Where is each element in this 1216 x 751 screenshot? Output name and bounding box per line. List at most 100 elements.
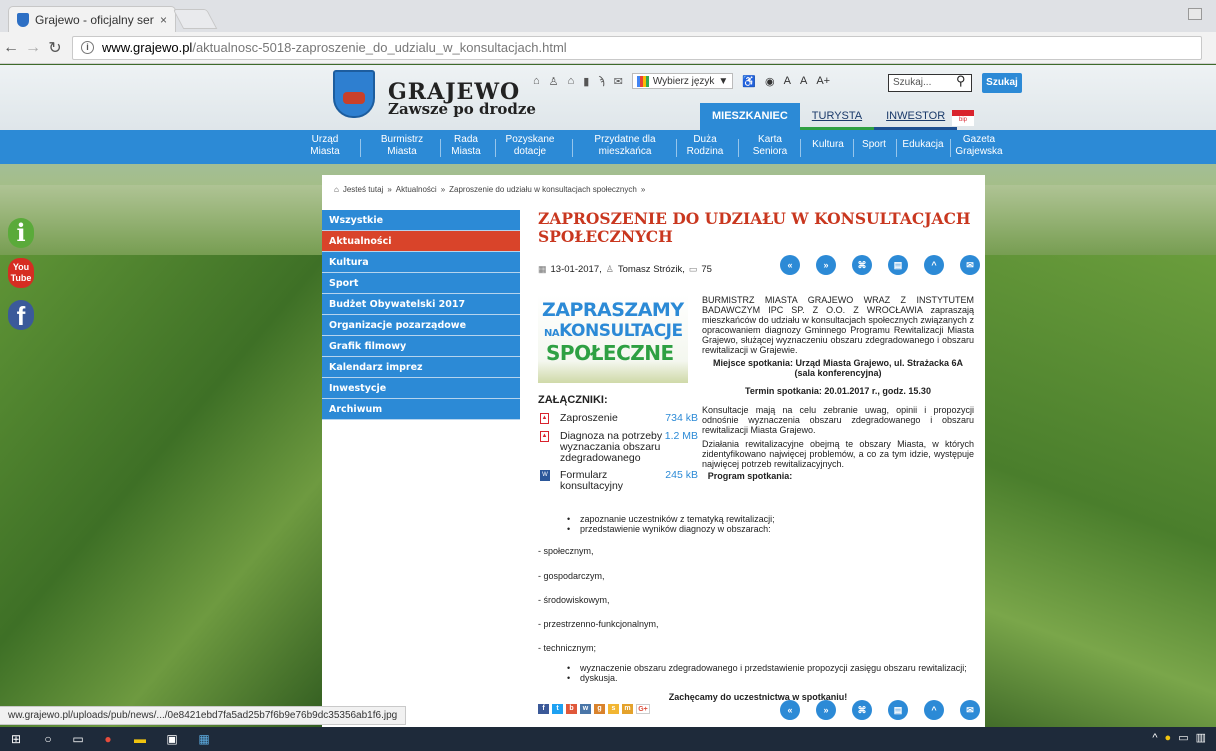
chrome-icon[interactable]: ●: [100, 731, 116, 747]
nav-burmistrz-miasta[interactable]: Burmistrz Miasta: [377, 134, 427, 158]
chevron-up-icon[interactable]: ^: [1152, 732, 1157, 744]
system-tray: ^ ● ▭ ▥: [1152, 731, 1206, 745]
meeting-time: Termin spotkania: 20.01.2017 r., godz. 1…: [745, 386, 931, 396]
mail-share-icon[interactable]: m: [622, 704, 633, 714]
google-plus-share-icon[interactable]: G+: [636, 704, 650, 714]
info-icon[interactable]: i: [8, 218, 34, 248]
menu-item-aktualnosci[interactable]: Aktualności: [322, 231, 520, 252]
font-size-medium[interactable]: A: [800, 75, 807, 87]
youtube-icon[interactable]: You Tube: [8, 258, 34, 288]
rss-icon[interactable]: ϡ: [598, 75, 604, 87]
store-icon[interactable]: ▣: [164, 731, 180, 747]
facebook-icon[interactable]: f: [8, 300, 34, 331]
font-size-large[interactable]: A+: [816, 75, 830, 87]
mail-icon[interactable]: ✉: [614, 75, 623, 88]
house-icon[interactable]: ⌂: [568, 75, 575, 87]
wykop-share-icon[interactable]: w: [580, 704, 591, 714]
tab-turysta[interactable]: TURYSTA: [799, 103, 875, 130]
nav-urzad-miasta[interactable]: Urząd Miasta: [305, 134, 345, 158]
new-tab-button[interactable]: [172, 9, 218, 29]
status-bar: ww.grajewo.pl/uploads/pub/news/.../0e842…: [0, 706, 407, 725]
windows-start-icon[interactable]: ⊞: [8, 731, 24, 747]
nav-gazeta-grajewska[interactable]: Gazeta Grajewska: [954, 134, 1004, 158]
pdf-file-icon: ▲: [540, 431, 549, 442]
network-icon[interactable]: ▭: [1178, 731, 1188, 744]
tab-mieszkaniec[interactable]: MIESZKANIEC: [700, 103, 800, 130]
attachment-name[interactable]: Diagnoza na potrzeby wyznaczania obszaru…: [560, 431, 670, 464]
forward-arrow-icon[interactable]: →: [22, 39, 44, 57]
sitemap-icon[interactable]: ♙: [549, 75, 559, 88]
scroll-top-button[interactable]: ^: [924, 700, 944, 720]
nav-karta-seniora[interactable]: Karta Seniora: [748, 134, 792, 158]
nav-kultura[interactable]: Kultura: [808, 139, 848, 151]
menu-item-wszystkie[interactable]: Wszystkie: [322, 210, 520, 231]
menu-item-budzet-obywatelski[interactable]: Budżet Obywatelski 2017: [322, 294, 520, 315]
breadcrumb-item[interactable]: Zaproszenie do udziału w konsultacjach s…: [449, 185, 637, 194]
menu-item-archiwum[interactable]: Archiwum: [322, 399, 520, 420]
pdf-icon[interactable]: ⌘: [852, 700, 872, 720]
nav-edukacja[interactable]: Edukacja: [900, 139, 946, 151]
print-icon[interactable]: ▤: [888, 255, 908, 275]
scroll-top-button[interactable]: ^: [924, 255, 944, 275]
print-icon[interactable]: ▤: [888, 700, 908, 720]
breadcrumb-item[interactable]: Aktualności: [396, 185, 437, 194]
site-info-icon[interactable]: i: [81, 41, 94, 54]
bip-icon[interactable]: bip: [952, 110, 974, 126]
nav-label: Urząd: [311, 134, 339, 145]
blogger-share-icon[interactable]: b: [566, 704, 577, 714]
menu-item-sport[interactable]: Sport: [322, 273, 520, 294]
menu-item-kalendarz-imprez[interactable]: Kalendarz imprez: [322, 357, 520, 378]
url-input[interactable]: i www.grajewo.pl/aktualnosc-5018-zaprosz…: [72, 35, 1202, 60]
task-view-icon[interactable]: ▭: [70, 731, 86, 747]
nav-rada-miasta[interactable]: Rada Miasta: [446, 134, 486, 158]
facebook-share-icon[interactable]: f: [538, 704, 549, 714]
program-list: wyznaczenie obszaru zdegradowanego i prz…: [562, 663, 967, 683]
tab-inwestor[interactable]: INWESTOR: [874, 103, 958, 130]
menu-item-grafik-filmowy[interactable]: Grafik filmowy: [322, 336, 520, 357]
photos-icon[interactable]: ▦: [196, 731, 212, 747]
menu-item-kultura[interactable]: Kultura: [322, 252, 520, 273]
promo-image[interactable]: ZAPRASZAMY NAKONSULTACJE SPOŁECZNE: [538, 295, 688, 383]
browser-tab[interactable]: Grajewo - oficjalny serwi ×: [8, 6, 176, 32]
email-icon[interactable]: ✉: [960, 700, 980, 720]
nav-duza-rodzina[interactable]: Duża Rodzina: [685, 134, 725, 158]
pdf-icon[interactable]: ⌘: [852, 255, 872, 275]
nav-przydatne-dla-mieszkanca[interactable]: Przydatne dla mieszkańca: [585, 134, 665, 158]
contrast-eye-icon[interactable]: ◉: [765, 75, 775, 88]
prev-article-button[interactable]: «: [780, 700, 800, 720]
tab-close-icon[interactable]: ×: [160, 13, 167, 27]
back-arrow-icon[interactable]: ←: [0, 39, 22, 57]
language-select[interactable]: Wybierz język ▼: [631, 73, 734, 89]
attachment-name[interactable]: Formularz konsultacyjny: [560, 470, 670, 492]
prev-article-button[interactable]: «: [780, 255, 800, 275]
nav-pozyskane-dotacje[interactable]: Pozyskane dotacje: [500, 134, 560, 158]
search-icon[interactable]: ⚲: [956, 73, 966, 89]
menu-item-inwestycje[interactable]: Inwestycje: [322, 378, 520, 399]
reload-icon[interactable]: ↻: [44, 38, 66, 58]
list-item: wyznaczenie obszaru zdegradowanego i prz…: [562, 663, 967, 673]
next-article-button[interactable]: »: [816, 255, 836, 275]
gg-share-icon[interactable]: g: [594, 704, 605, 714]
search-button[interactable]: Szukaj: [982, 73, 1022, 93]
home-icon[interactable]: ⌂: [334, 185, 339, 194]
twitter-share-icon[interactable]: t: [552, 704, 563, 714]
search-icon[interactable]: ○: [40, 731, 56, 747]
views-icon: ▭: [688, 263, 698, 274]
next-article-button[interactable]: »: [816, 700, 836, 720]
accessibility-icon[interactable]: ♿: [742, 75, 756, 88]
file-explorer-icon[interactable]: ▬: [132, 731, 148, 747]
phone-icon[interactable]: ▮: [583, 75, 589, 88]
email-icon[interactable]: ✉: [960, 255, 980, 275]
font-size-small[interactable]: A: [784, 75, 791, 87]
home-icon[interactable]: ⌂: [533, 75, 540, 87]
attachment-name[interactable]: Zaproszenie: [560, 413, 670, 424]
attachment-size: 1.2 MB: [664, 430, 698, 442]
coat-of-arms-icon[interactable]: [333, 70, 375, 118]
window-control-icon[interactable]: [1188, 8, 1202, 20]
nav-label: Burmistrz: [380, 134, 424, 145]
keyboard-icon[interactable]: ▥: [1196, 731, 1206, 744]
menu-item-organizacje[interactable]: Organizacje pozarządowe: [322, 315, 520, 336]
star-share-icon[interactable]: s: [608, 704, 619, 714]
notification-icon[interactable]: ●: [1165, 732, 1172, 744]
nav-sport[interactable]: Sport: [858, 139, 890, 151]
